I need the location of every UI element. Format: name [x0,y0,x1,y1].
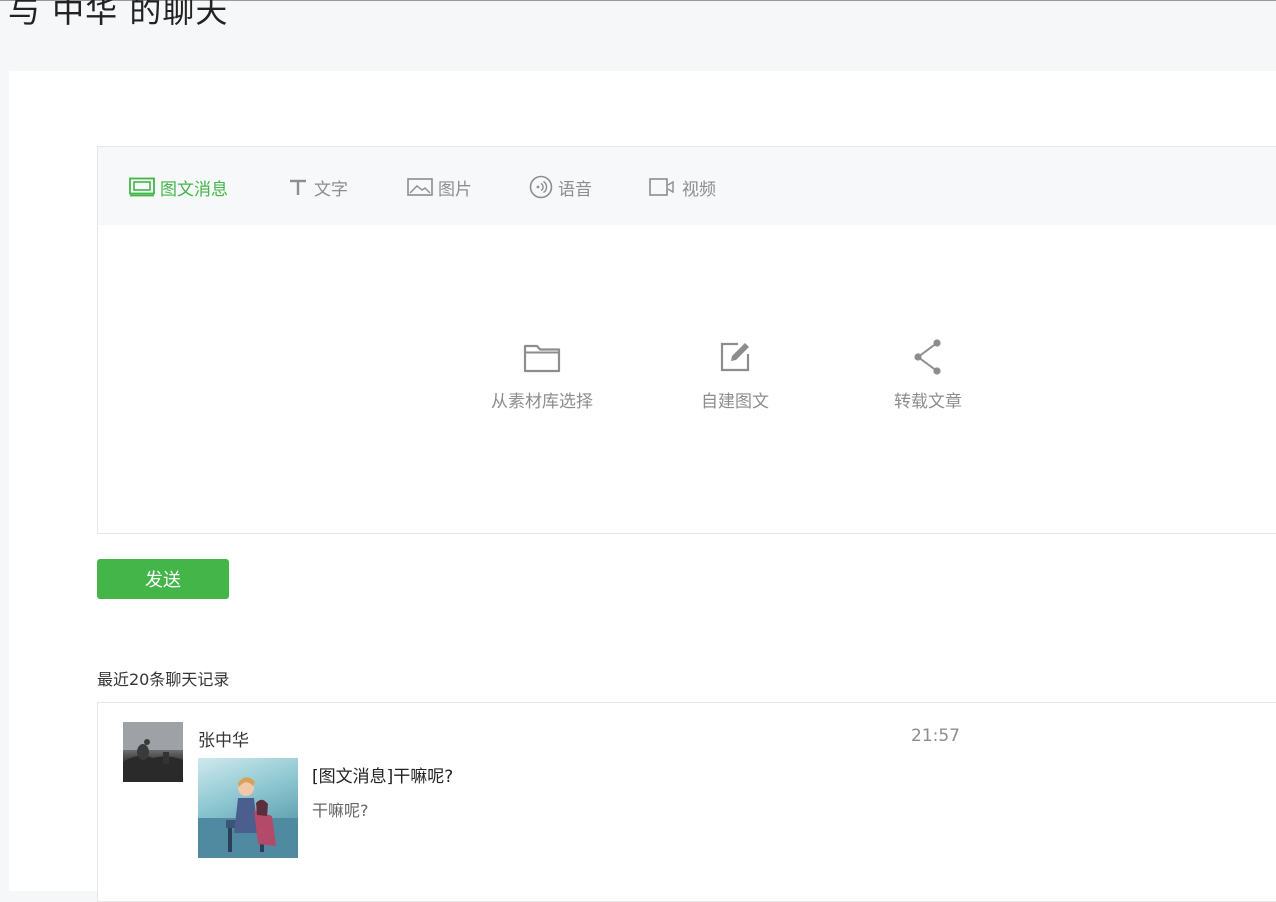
pick-create-news[interactable]: 自建图文 [665,337,805,412]
news-icon [129,177,155,197]
pick-repost-article-label: 转载文章 [894,392,962,412]
tab-image[interactable]: 图片 [407,175,472,200]
tab-news-label: 图文消息 [160,179,228,200]
voice-icon [529,175,553,199]
edit-icon [720,342,750,372]
tab-image-label: 图片 [438,179,472,200]
page-title: 与 中华 的聊天 [8,0,229,30]
tab-text-label: 文字 [314,179,348,200]
pick-from-library[interactable]: 从素材库选择 [472,337,612,412]
avatar[interactable] [123,722,183,782]
message-sender: 张中华 [198,731,249,751]
pick-repost-article[interactable]: 转载文章 [858,337,998,412]
message-description: 干嘛呢? [312,801,369,820]
pick-from-library-label: 从素材库选择 [491,392,593,412]
message-type-tabs: 图文消息 文字 图片 语音 视频 [98,147,1276,225]
tab-news[interactable]: 图文消息 [129,175,228,200]
news-thumbnail[interactable] [198,758,298,858]
text-icon [290,179,306,195]
tab-video-label: 视频 [682,179,716,200]
send-button[interactable]: 发送 [97,559,229,599]
folder-icon [523,344,561,373]
image-icon [407,178,433,196]
tab-voice-label: 语音 [558,179,592,200]
message-title[interactable]: [图文消息]干嘛呢? [312,762,453,787]
message-time: 21:57 [911,726,960,746]
video-icon [649,178,674,196]
message-editor: 图文消息 文字 图片 语音 视频 从素材库选择 自建图文 转载文章 [97,146,1276,534]
tab-voice[interactable]: 语音 [529,175,592,200]
share-icon [914,339,941,375]
tab-video[interactable]: 视频 [649,175,716,200]
tab-text[interactable]: 文字 [287,175,348,200]
history-title: 最近20条聊天记录 [97,670,230,689]
chat-history: 张中华 21:57 [图文消息]干嘛呢? 干嘛呢? [97,702,1276,902]
pick-create-news-label: 自建图文 [701,392,769,412]
